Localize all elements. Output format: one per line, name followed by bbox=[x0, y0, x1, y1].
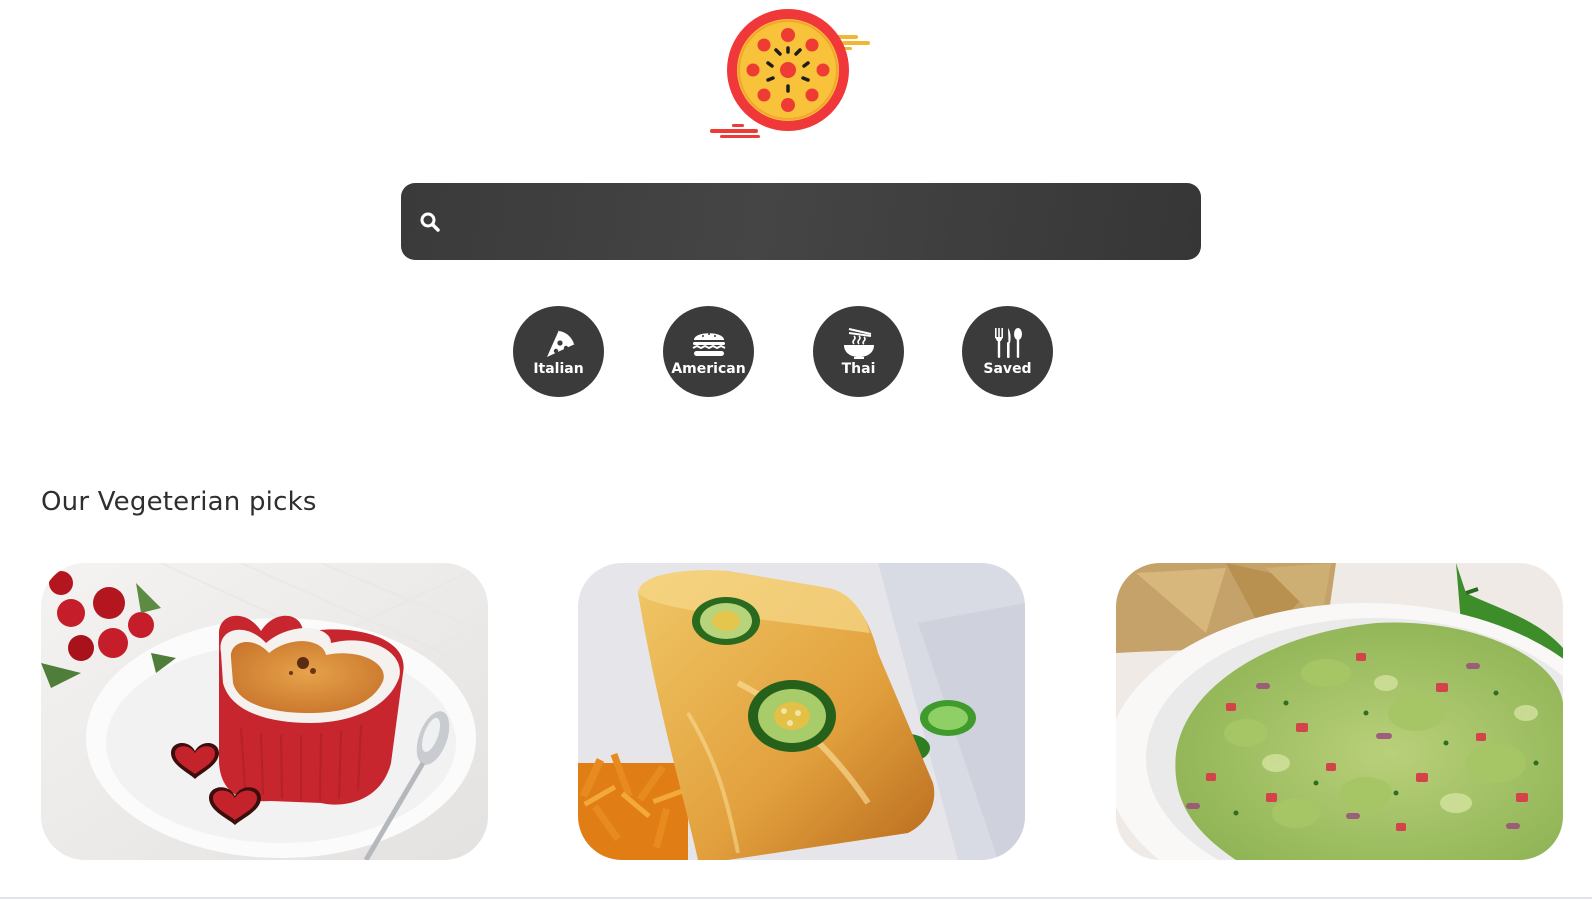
noodle-bowl-icon bbox=[839, 326, 879, 360]
burger-icon bbox=[689, 326, 729, 360]
divider bbox=[0, 897, 1592, 899]
search-icon[interactable] bbox=[419, 211, 441, 233]
search-bar[interactable] bbox=[401, 183, 1201, 260]
page: Italian American Thai Saved Our Vegeteri… bbox=[0, 0, 1592, 900]
creme-brulee-heart-photo[interactable] bbox=[41, 563, 488, 860]
section-title: Our Vegeterian picks bbox=[41, 487, 317, 517]
category-italian-button[interactable]: Italian bbox=[513, 306, 604, 397]
jalapeno-cornbread-photo[interactable] bbox=[578, 563, 1025, 860]
pizza-slice-icon bbox=[539, 326, 579, 360]
category-label: Italian bbox=[533, 361, 584, 377]
category-saved-button[interactable]: Saved bbox=[962, 306, 1053, 397]
cutlery-icon bbox=[988, 326, 1028, 360]
guacamole-photo[interactable] bbox=[1116, 563, 1563, 860]
category-american-button[interactable]: American bbox=[663, 306, 754, 397]
category-label: Saved bbox=[983, 361, 1032, 377]
category-label: American bbox=[671, 361, 746, 377]
category-thai-button[interactable]: Thai bbox=[813, 306, 904, 397]
category-nav: Italian American Thai Saved bbox=[513, 306, 1053, 398]
category-label: Thai bbox=[841, 361, 876, 377]
search-input[interactable] bbox=[441, 183, 1201, 260]
pizza-logo-icon[interactable] bbox=[706, 8, 876, 142]
